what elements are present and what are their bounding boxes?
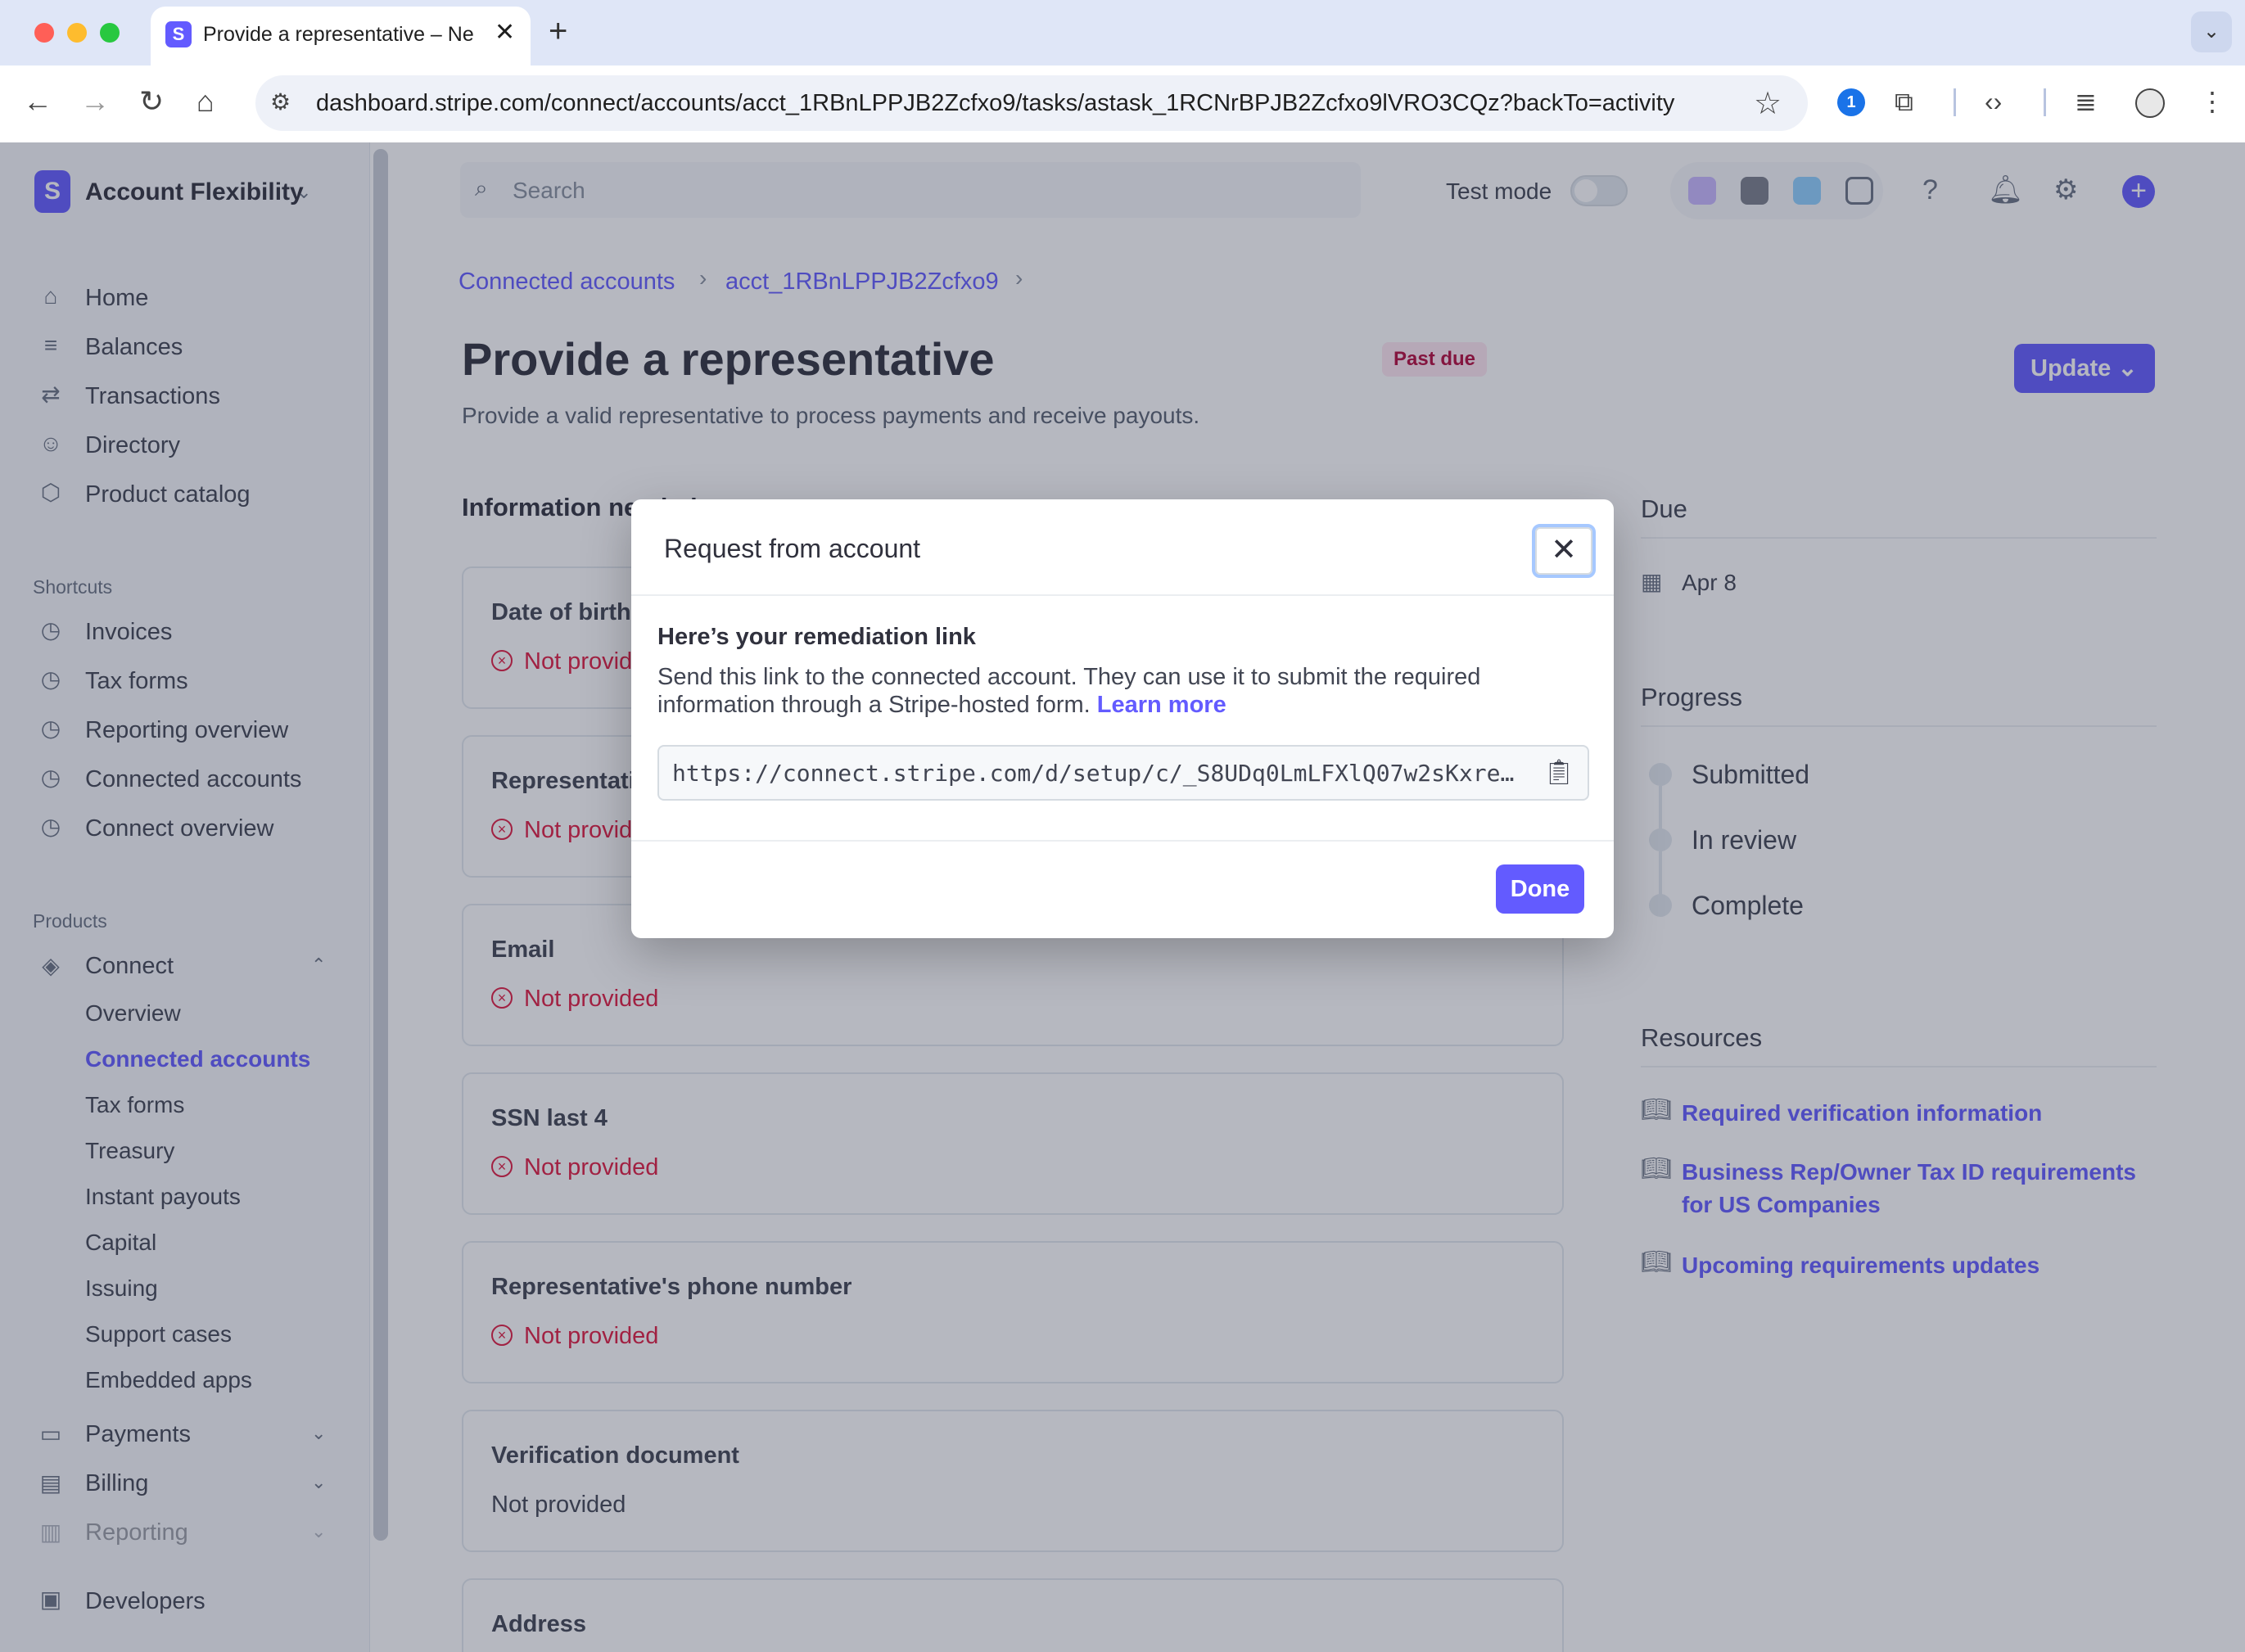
code-icon[interactable]: ‹› [1985,85,2002,118]
media-queue-icon[interactable]: ≣ [2075,85,2097,118]
remediation-link-field[interactable]: 📋︎ [657,745,1589,801]
zoom-window-button[interactable] [100,23,120,43]
bookmark-star-icon[interactable]: ☆ [1754,85,1782,122]
request-from-account-dialog: Request from account ✕ Here’s your remed… [631,499,1614,938]
minimize-window-button[interactable] [67,23,87,43]
profile-avatar[interactable] [2135,88,2165,118]
close-window-button[interactable] [34,23,54,43]
dialog-footer-divider [631,840,1614,842]
home-browser-icon[interactable]: ⌂ [196,85,215,118]
browser-tab[interactable]: S Provide a representative – Ne ✕ [151,7,531,65]
browser-chrome: S Provide a representative – Ne ✕ + ⌄ ← … [0,0,2245,142]
clipboard-icon[interactable]: 📋︎ [1543,758,1574,787]
extensions-icon[interactable]: ⧉ [1895,85,1913,118]
back-icon[interactable]: ← [23,85,52,118]
site-settings-icon[interactable]: ⚙ [270,88,291,115]
remediation-link-input[interactable] [672,755,1515,791]
tab-close-icon[interactable]: ✕ [495,18,515,47]
done-button[interactable]: Done [1496,864,1584,914]
remediation-heading: Here’s your remediation link [657,624,976,650]
forward-icon[interactable]: → [80,85,110,118]
new-tab-button[interactable]: + [549,13,567,50]
address-bar[interactable]: ⚙ dashboard.stripe.com/connect/accounts/… [255,75,1808,131]
tab-search-button[interactable]: ⌄ [2191,11,2232,52]
tab-title: Provide a representative – Ne [203,23,474,46]
toolbar-divider [2044,88,2046,116]
tab-strip: S Provide a representative – Ne ✕ + ⌄ [0,0,2245,65]
password-manager-icon[interactable]: 1 [1837,88,1865,116]
toolbar-divider [1954,88,1956,116]
dialog-title: Request from account [664,534,921,563]
close-icon[interactable]: ✕ [1532,524,1596,578]
description-text: Send this link to the connected account.… [657,664,1481,718]
dialog-header: Request from account ✕ [631,499,1614,596]
browser-menu-icon[interactable]: ⋮ [2199,85,2225,118]
reload-icon[interactable]: ↻ [139,85,164,118]
stripe-favicon-icon: S [165,21,192,47]
url-text[interactable]: dashboard.stripe.com/connect/accounts/ac… [316,90,1674,117]
learn-more-link[interactable]: Learn more [1097,692,1226,718]
remediation-description: Send this link to the connected account.… [657,663,1574,719]
